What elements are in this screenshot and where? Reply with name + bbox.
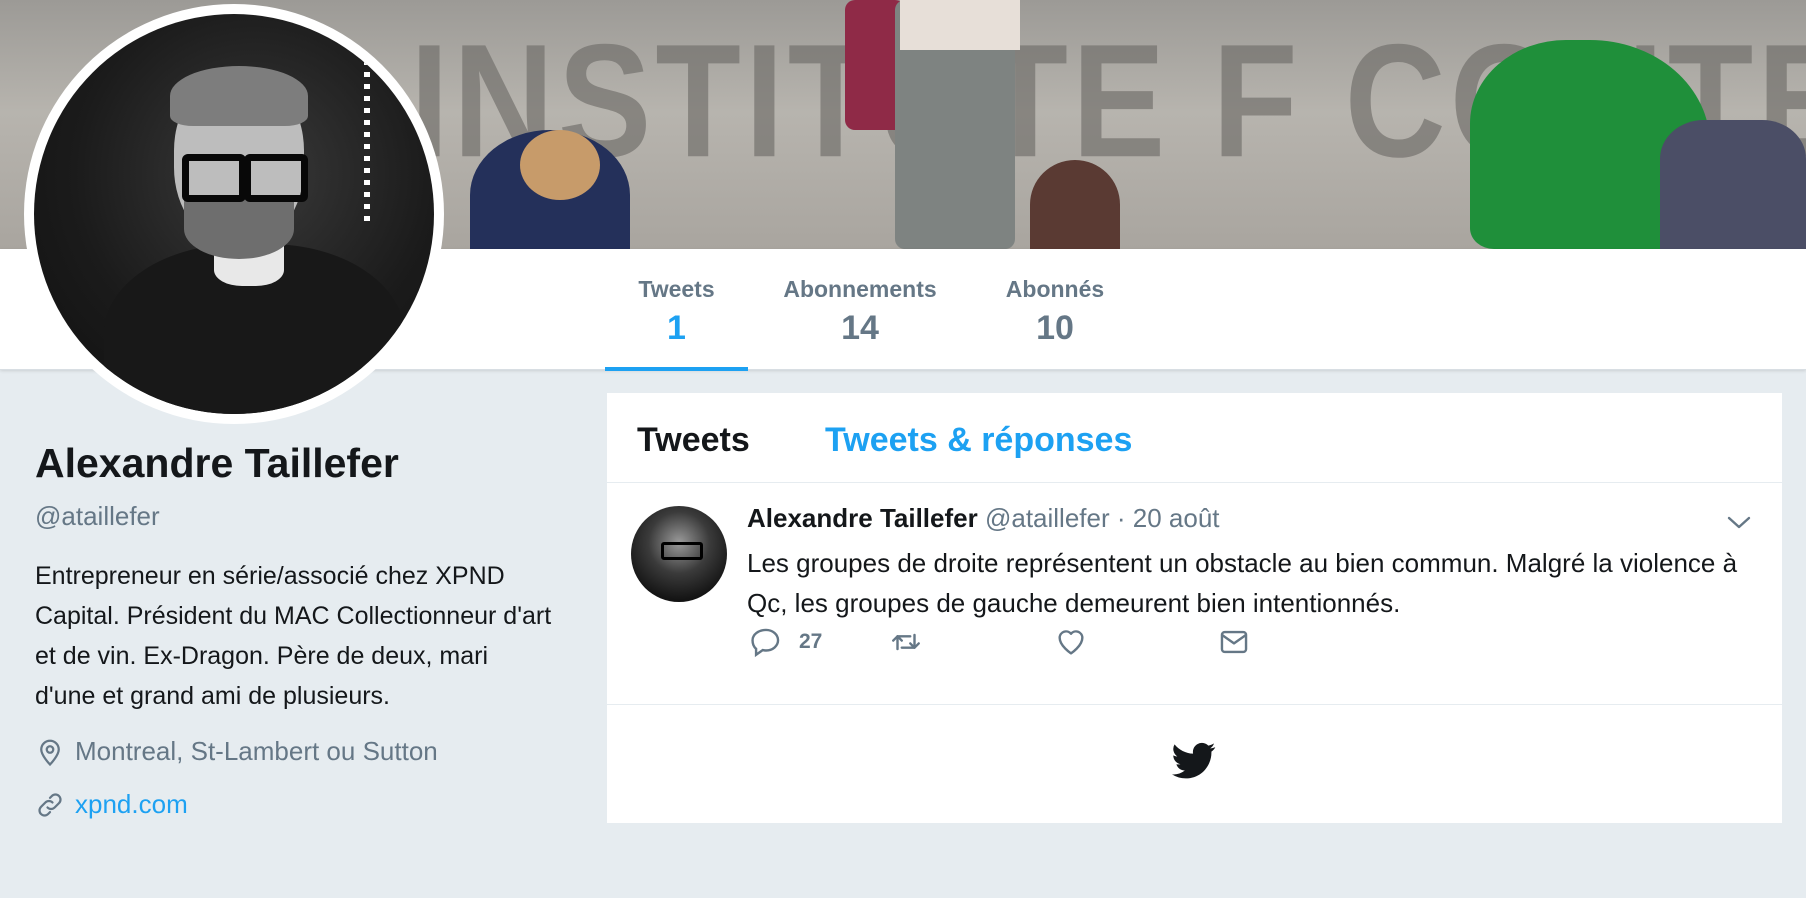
nav-following-count: 14 [841,309,879,347]
reply-button[interactable]: 27 [749,625,822,659]
like-button[interactable] [1054,625,1088,659]
chevron-down-icon[interactable] [1724,513,1754,533]
link-icon [38,792,62,817]
nav-following[interactable]: Abonnements 14 [770,249,950,367]
nav-followers-count: 10 [1036,309,1074,347]
tweet-avatar-glasses [661,542,703,560]
profile-location-text: Montreal, St-Lambert ou Sutton [75,736,438,766]
retweet-icon [892,633,920,651]
avatar-hair [170,66,308,126]
banner-figure [520,130,600,200]
direct-message-icon [1220,630,1248,654]
tweet-avatar[interactable] [631,506,727,602]
like-icon [1058,630,1084,655]
nav-tweets[interactable]: Tweets 1 [605,249,748,371]
tweet-date[interactable]: · 20 août [1117,503,1220,533]
banner-figure [900,0,1020,50]
tab-tweets[interactable]: Tweets [637,421,750,460]
tweet-author-handle[interactable]: @ataillefer [985,503,1110,533]
nav-following-label: Abonnements [783,276,937,302]
profile-location: Montreal, St-Lambert ou Sutton [35,736,555,767]
profile-website: xpnd.com [35,789,555,820]
profile-handle[interactable]: @ataillefer [35,501,555,532]
tab-tweets-and-replies[interactable]: Tweets & réponses [825,421,1132,460]
nav-tweets-label: Tweets [638,276,715,302]
avatar-glasses [244,154,308,202]
timeline-tabs: Tweets Tweets & réponses [607,393,1782,483]
reply-icon [751,628,780,658]
profile-website-link[interactable]: xpnd.com [75,789,188,820]
timeline-end [607,705,1782,824]
twitter-bird-icon [1172,742,1216,779]
timeline: Tweets Tweets & réponses Alexandre Taill… [607,393,1782,823]
reply-count: 27 [799,630,823,653]
nav-tweets-count: 1 [667,309,686,347]
profile-card: Alexandre Taillefer @ataillefer Entrepre… [35,440,555,820]
avatar-beard [184,199,294,259]
direct-message-button[interactable] [1217,625,1251,659]
nav-followers-label: Abonnés [1005,276,1105,302]
profile-name[interactable]: Alexandre Taillefer [35,440,555,487]
tweet-header: Alexandre Taillefer @ataillefer · 20 aoû… [747,503,1220,534]
tweet-author-name[interactable]: Alexandre Taillefer [747,503,978,533]
avatar[interactable] [34,14,434,414]
retweet-button[interactable] [889,625,923,659]
banner-figure [1030,160,1120,249]
tweet[interactable]: Alexandre Taillefer @ataillefer · 20 aoû… [607,483,1782,705]
tweet-text: Les groupes de droite représentent un ob… [747,548,1738,618]
nav-followers[interactable]: Abonnés 10 [995,249,1115,367]
location-pin-icon [40,739,60,766]
avatar-background-lights [364,24,370,224]
avatar-glasses [182,154,246,202]
profile-bio: Entrepreneur en série/associé chez XPND … [35,562,552,710]
tweet-actions: 27 [749,625,1449,665]
banner-figure [1660,120,1806,249]
